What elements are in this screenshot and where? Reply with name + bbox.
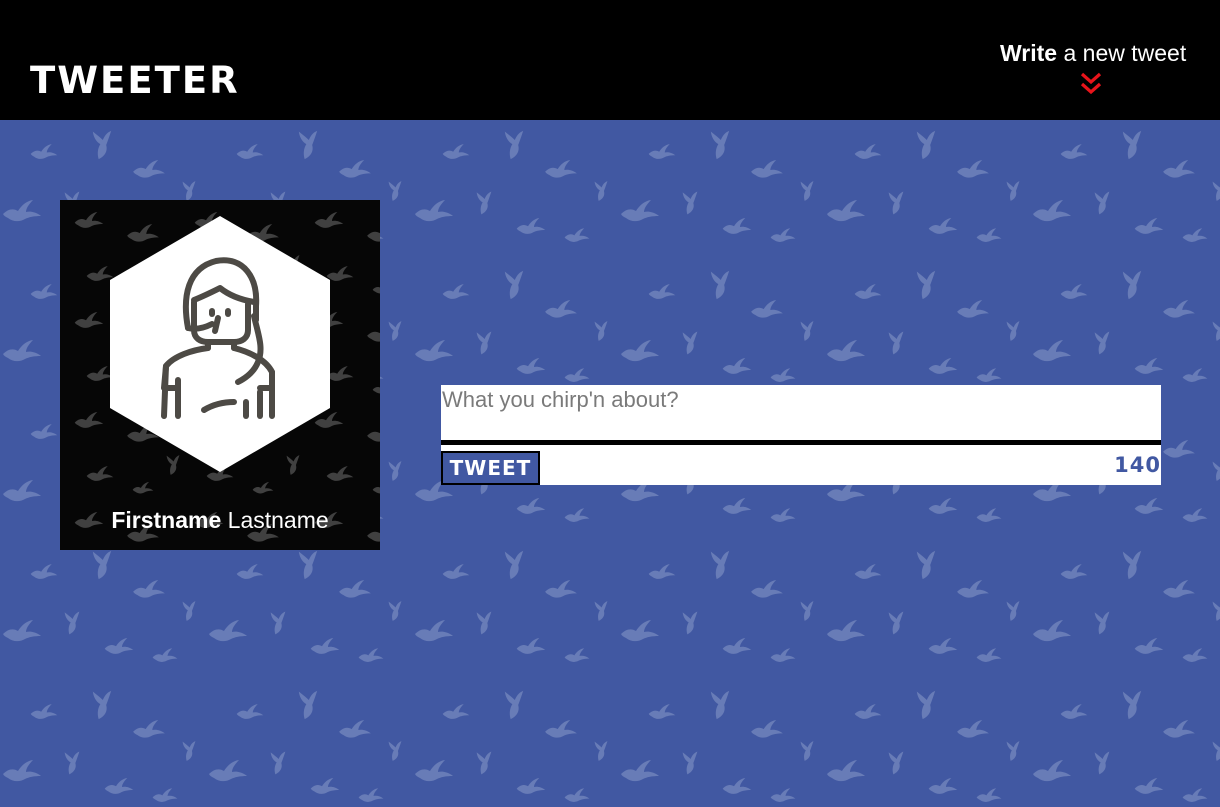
app-logo: Tweeter (30, 59, 240, 102)
compose-toggle-bold: Write (1000, 40, 1058, 66)
profile-first-name: Firstname (111, 507, 222, 533)
tweet-button[interactable]: Tweet (441, 451, 540, 485)
profile-name: Firstname Lastname (60, 504, 380, 536)
double-chevron-down-icon (1080, 72, 1102, 95)
profile-card: Firstname Lastname (60, 200, 380, 550)
top-bar: Tweeter Write a new tweet (0, 0, 1220, 120)
compose-toggle-button[interactable]: Write a new tweet (1000, 38, 1190, 100)
compose-toggle-label: Write a new tweet (1000, 38, 1190, 68)
user-avatar-icon (110, 216, 330, 472)
tweet-composer: Tweet 140 (441, 385, 1161, 485)
profile-last-name: Lastname (227, 507, 329, 533)
tweet-input[interactable] (441, 385, 1161, 440)
character-counter: 140 (1114, 453, 1161, 477)
compose-toggle-rest: a new tweet (1063, 40, 1187, 66)
composer-divider (441, 440, 1161, 445)
